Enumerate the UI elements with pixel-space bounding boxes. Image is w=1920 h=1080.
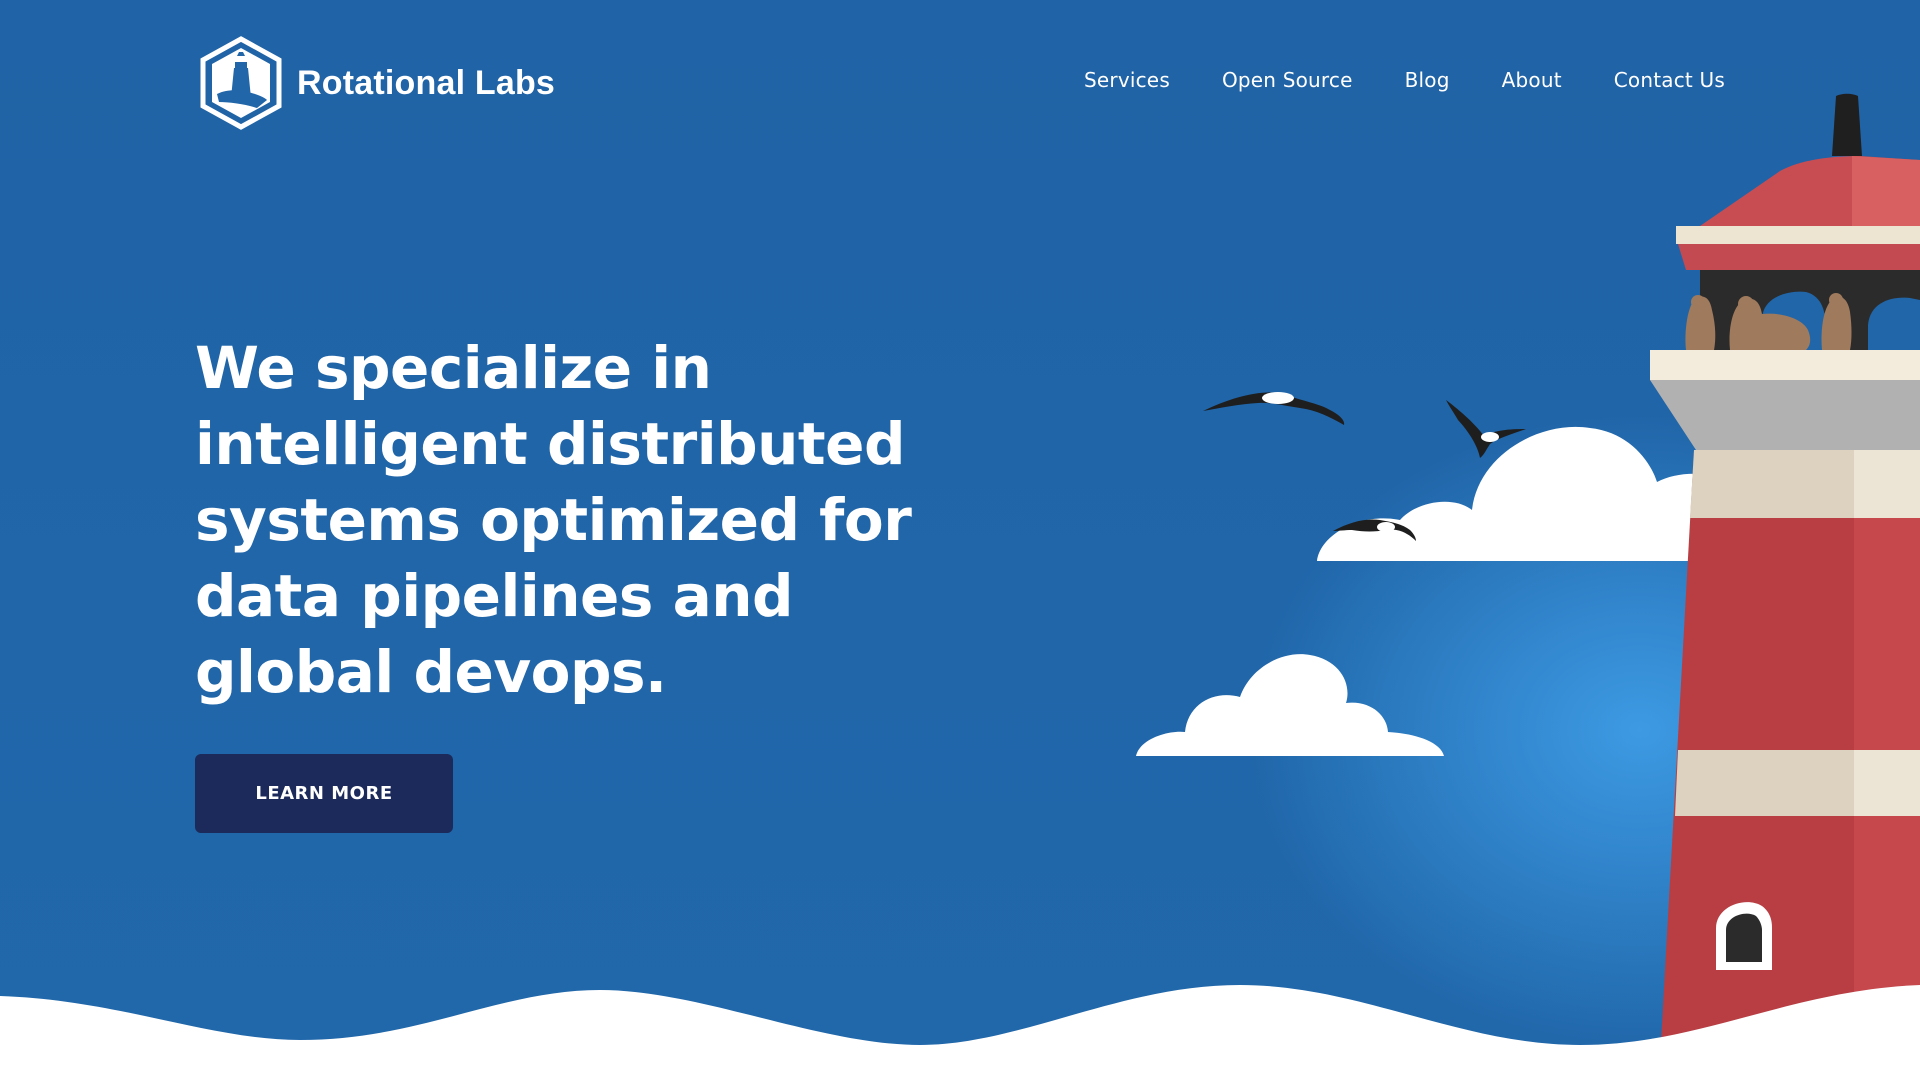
brand-logo-link[interactable]: Rotational Labs [199, 36, 555, 130]
learn-more-button[interactable]: LEARN MORE [195, 754, 453, 833]
cloud-lower [1136, 654, 1444, 756]
nav-about[interactable]: About [1502, 68, 1562, 92]
cloud-upper [1317, 426, 1740, 561]
hero-headline: We specialize in intelligent distributed… [195, 334, 912, 706]
seagull-1 [1203, 392, 1345, 425]
lighthouse-logo-icon [200, 36, 282, 130]
waves [0, 985, 1920, 1080]
lighthouse [1650, 93, 1920, 1060]
nav-blog[interactable]: Blog [1405, 68, 1450, 92]
hero-section: Rotational Labs Services Open Source Blo… [0, 0, 1920, 1080]
brand-name: Rotational Labs [297, 63, 556, 102]
nav-open-source[interactable]: Open Source [1222, 68, 1353, 92]
nav-services[interactable]: Services [1084, 68, 1170, 92]
nav-contact-us[interactable]: Contact Us [1614, 68, 1725, 92]
main-nav: Services Open Source Blog About Contact … [1084, 68, 1725, 92]
